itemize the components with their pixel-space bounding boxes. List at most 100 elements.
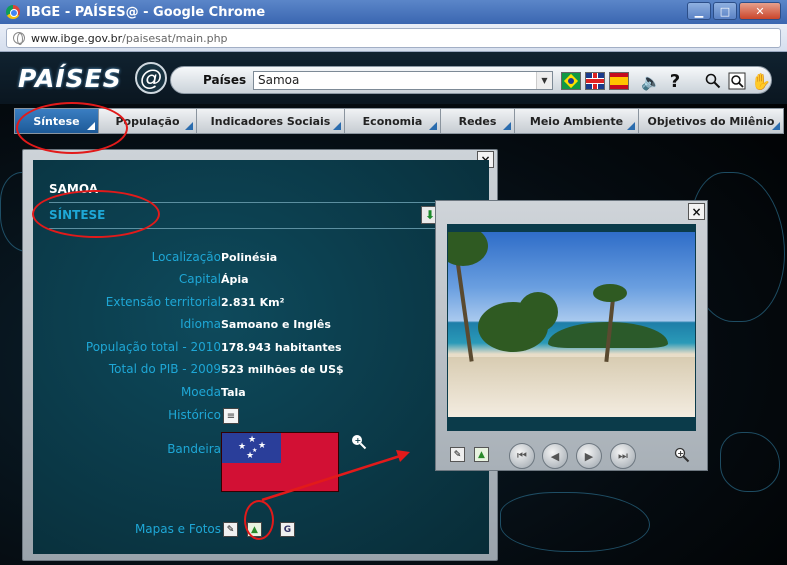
main-tabs: Síntese População Indicadores Sociais Ec… <box>14 108 784 134</box>
tab-corner-icon <box>185 122 193 130</box>
tab-label: Síntese <box>33 114 80 128</box>
help-icon[interactable]: ? <box>665 71 685 92</box>
tab-label: Objetivos do Milênio <box>647 114 775 128</box>
star-icon: ★ <box>238 442 247 452</box>
photo-palm-leaves <box>448 232 488 266</box>
tab-label: Economia <box>362 114 423 128</box>
next-photo-button[interactable]: ▶ <box>576 443 602 469</box>
window-titlebar: IBGE - PAÍSES@ - Google Chrome ▁ □ ✕ <box>0 0 787 24</box>
tab-corner-icon <box>503 122 511 130</box>
viewer-close-button[interactable]: × <box>688 203 705 220</box>
row-value-pib: 523 milhões de US$ <box>221 363 344 376</box>
tab-corner-icon <box>333 122 341 130</box>
row-label-pib: Total do PIB - 2009 <box>108 362 221 376</box>
historico-document-icon[interactable]: ≡ <box>223 408 239 424</box>
labels-column: Localização Capital Extensão territorial… <box>49 160 221 554</box>
first-photo-button[interactable]: ⏮ <box>509 443 535 469</box>
photo-bush <box>518 292 558 332</box>
maximize-button[interactable]: □ <box>713 2 737 20</box>
chrome-logo-icon <box>6 5 20 19</box>
window-controls: ▁ □ ✕ <box>687 2 781 20</box>
svg-text:+: + <box>355 436 362 445</box>
tab-objetivos-do-milenio[interactable]: Objetivos do Milênio <box>639 109 783 133</box>
star-icon: ★ <box>246 451 255 461</box>
speaker-icon[interactable]: 🔈 <box>641 71 661 91</box>
photo-palm-trunk <box>454 252 474 362</box>
synthesis-panel: × SAMOA SÍNTESE ⬇ Localização Capital Ex… <box>22 149 498 561</box>
tab-label: Meio Ambiente <box>529 114 624 128</box>
historico-label: Histórico <box>168 408 221 422</box>
row-value-populacao: 178.943 habitantes <box>221 341 342 354</box>
photo-frame <box>447 224 696 431</box>
globe-icon <box>13 32 25 45</box>
flag-zoom-icon[interactable]: + <box>351 434 367 454</box>
row-value-moeda: Tala <box>221 386 246 399</box>
address-bar: www.ibge.gov.br/paisesat/main.php <box>0 24 787 52</box>
url-host: www.ibge.gov.br <box>31 31 123 45</box>
map-continent <box>720 432 780 492</box>
google-icon[interactable]: G <box>280 522 295 537</box>
selected-country: Samoa <box>258 73 300 87</box>
chevron-down-icon[interactable]: ▼ <box>536 72 552 89</box>
window-title: IBGE - PAÍSES@ - Google Chrome <box>26 4 266 20</box>
row-label-populacao: População total - 2010 <box>85 340 221 354</box>
row-label-moeda: Moeda <box>180 385 221 399</box>
tab-economia[interactable]: Economia <box>345 109 441 133</box>
tab-indicadores-sociais[interactable]: Indicadores Sociais <box>197 109 345 133</box>
photo-viewer: × ✎ ▲ ⏮ ◀ ▶ ⏭ + <box>435 200 708 471</box>
last-photo-button[interactable]: ⏭ <box>610 443 636 469</box>
search-icon[interactable] <box>703 71 723 91</box>
row-value-idioma: Samoano e Inglês <box>221 318 331 331</box>
row-value-localizacao: Polinésia <box>221 251 278 264</box>
tab-corner-icon <box>87 122 95 130</box>
tab-redes[interactable]: Redes <box>441 109 515 133</box>
photo-icon[interactable]: ▲ <box>474 447 489 462</box>
tab-label: População <box>115 114 180 128</box>
map-icon[interactable]: ✎ <box>223 522 238 537</box>
hand-icon[interactable]: ✋ <box>751 71 771 91</box>
map-icon[interactable]: ✎ <box>450 447 465 462</box>
country-search-label: Países <box>203 73 247 87</box>
samoa-flag-image: ★ ★ ★ ★ ★ <box>221 432 339 492</box>
row-label-localizacao: Localização <box>151 250 221 264</box>
site-logo-at: @ <box>135 62 167 94</box>
star-icon: ★ <box>248 435 257 445</box>
close-window-button[interactable]: ✕ <box>739 2 781 20</box>
url-path: /paisesat/main.php <box>122 31 228 45</box>
star-icon: ★ <box>258 441 267 451</box>
photo-sand <box>448 357 695 417</box>
site-area: PAÍSES @ Países Samoa ▼ 🔈 ? ✋ Síntese Po… <box>0 52 787 565</box>
row-label-extensao: Extensão territorial <box>105 295 221 309</box>
tab-corner-icon <box>429 122 437 130</box>
tab-corner-icon <box>772 122 780 130</box>
synthesis-content: SAMOA SÍNTESE ⬇ Localização Capital Exte… <box>33 160 489 554</box>
flag-canton: ★ ★ ★ ★ ★ <box>222 433 281 463</box>
map-continent <box>500 492 650 552</box>
flag-spain-icon[interactable] <box>609 72 629 90</box>
row-value-extensao: 2.831 Km² <box>221 296 285 309</box>
photo-palm-leaves <box>593 284 627 302</box>
country-search-bar: Países Samoa ▼ 🔈 ? ✋ <box>170 66 772 94</box>
mapas-fotos-label: Mapas e Fotos <box>134 522 221 536</box>
zoom-icon[interactable] <box>727 71 747 91</box>
tab-corner-icon <box>627 122 635 130</box>
url-field[interactable]: www.ibge.gov.br/paisesat/main.php <box>6 28 781 48</box>
svg-text:+: + <box>677 449 684 458</box>
flag-brazil-icon[interactable] <box>561 72 581 90</box>
tab-meio-ambiente[interactable]: Meio Ambiente <box>515 109 639 133</box>
tab-sintese[interactable]: Síntese <box>15 109 99 133</box>
row-label-idioma: Idioma <box>180 317 221 331</box>
photo-zoom-icon[interactable]: + <box>672 445 692 465</box>
flag-uk-icon[interactable] <box>585 72 605 90</box>
row-value-capital: Ápia <box>221 273 249 286</box>
beach-photo <box>448 232 695 417</box>
bandeira-label: Bandeira <box>167 442 221 456</box>
previous-photo-button[interactable]: ◀ <box>542 443 568 469</box>
tab-populacao[interactable]: População <box>99 109 197 133</box>
minimize-button[interactable]: ▁ <box>687 2 711 20</box>
site-header: PAÍSES @ Países Samoa ▼ 🔈 ? ✋ <box>0 52 787 104</box>
country-select[interactable]: Samoa ▼ <box>253 71 553 90</box>
photo-icon[interactable]: ▲ <box>247 522 262 537</box>
tab-label: Redes <box>458 114 497 128</box>
site-logo[interactable]: PAÍSES <box>18 64 122 93</box>
